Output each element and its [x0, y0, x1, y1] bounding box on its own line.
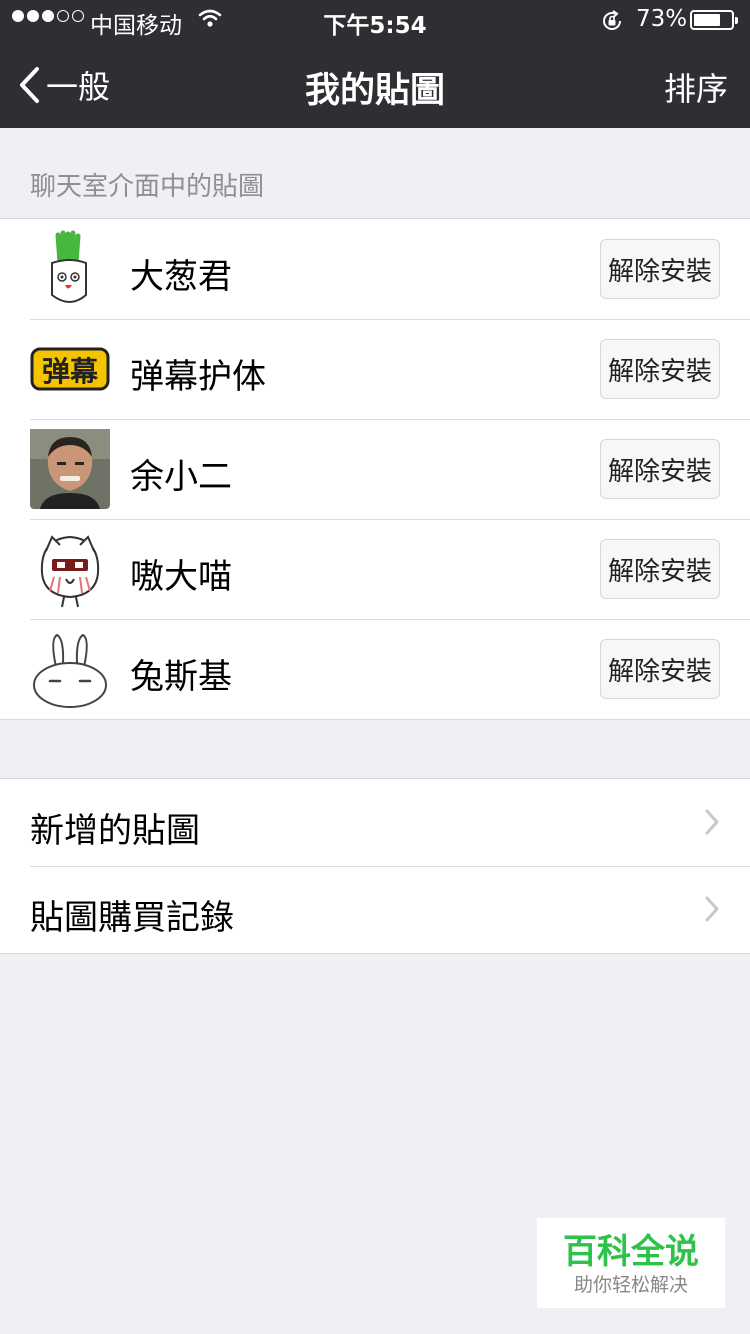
uninstall-button[interactable]: 解除安裝 [600, 439, 720, 499]
sticker-name: 大葱君 [130, 257, 232, 297]
list-item: 兔斯基 解除安裝 [0, 619, 750, 719]
battery-icon [690, 10, 738, 30]
new-stickers-link[interactable]: 新增的貼圖 [0, 779, 750, 866]
sticker-list: 大葱君 解除安裝 弹幕 弹幕护体 解除安裝 余小二 解除安裝 嗷大喵 解除安裝 … [0, 218, 750, 720]
sticker-name: 嗷大喵 [130, 557, 232, 597]
link-label: 貼圖購買記錄 [30, 898, 234, 938]
sticker-name: 弹幕护体 [130, 357, 266, 397]
link-label: 新增的貼圖 [30, 811, 200, 851]
list-item: 大葱君 解除安裝 [0, 219, 750, 319]
purchase-history-link[interactable]: 貼圖購買記錄 [0, 866, 750, 953]
danmu-badge-text: 弹幕 [42, 355, 99, 388]
uninstall-button[interactable]: 解除安裝 [600, 339, 720, 399]
chevron-right-icon [705, 896, 719, 922]
page-title: 我的貼圖 [304, 71, 445, 111]
section-header: 聊天室介面中的貼圖 [30, 172, 265, 202]
battery-percent: 73% [636, 6, 688, 32]
watermark-logo: 百科全说 助你轻松解决 [537, 1218, 725, 1308]
rabbit-sticker-icon [30, 629, 110, 709]
cat-sticker-icon [30, 529, 110, 609]
sticker-name: 兔斯基 [130, 657, 232, 697]
sticker-name: 余小二 [130, 457, 232, 497]
status-bar: 中国移动 下午5:54 73% [0, 0, 750, 40]
list-item: 弹幕 弹幕护体 解除安裝 [0, 319, 750, 419]
battery-fill [694, 14, 721, 26]
rotation-lock-icon [600, 9, 624, 39]
list-item: 嗷大喵 解除安裝 [0, 519, 750, 619]
navigation-bar: 一般 我的貼圖 排序 [0, 40, 750, 128]
chevron-right-icon [705, 809, 719, 835]
sort-button[interactable]: 排序 [664, 64, 728, 110]
uninstall-button[interactable]: 解除安裝 [600, 539, 720, 599]
green-onion-sticker-icon [30, 229, 110, 309]
danmu-sticker-icon: 弹幕 [30, 329, 110, 409]
watermark-title: 百科全说 [563, 1232, 699, 1272]
uninstall-button[interactable]: 解除安裝 [600, 639, 720, 699]
uninstall-button[interactable]: 解除安裝 [600, 239, 720, 299]
man-face-sticker-icon [30, 429, 110, 509]
sticker-links-group: 新增的貼圖 貼圖購買記錄 [0, 778, 750, 954]
watermark-subtitle: 助你轻松解决 [573, 1274, 688, 1296]
top-bar: 中国移动 下午5:54 73% 一般 我的貼圖 排序 [0, 0, 750, 128]
list-item: 余小二 解除安裝 [0, 419, 750, 519]
